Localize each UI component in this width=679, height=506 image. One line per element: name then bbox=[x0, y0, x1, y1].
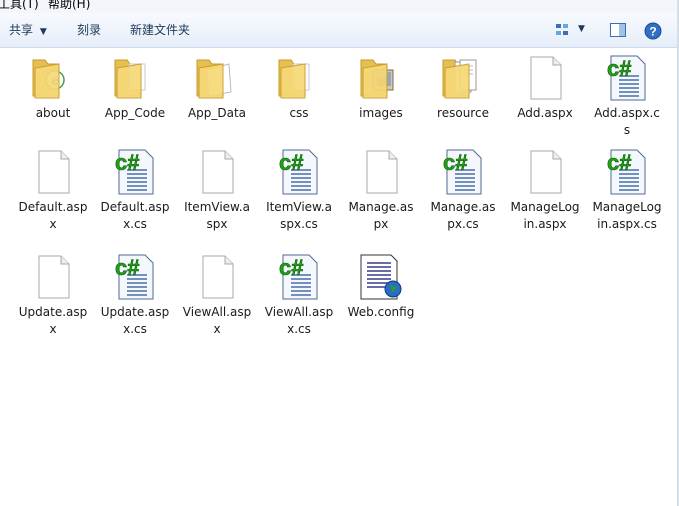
file-item[interactable]: ItemView.aspx bbox=[181, 148, 253, 233]
folder-icon bbox=[357, 54, 405, 102]
blank-file-icon bbox=[29, 148, 77, 196]
csharp-file-icon: c# bbox=[603, 54, 651, 102]
csharp-file-icon: c# bbox=[603, 148, 651, 196]
folder-icon bbox=[439, 54, 487, 102]
chevron-down-icon: ▼ bbox=[39, 27, 47, 37]
menu-help[interactable]: 帮助(H) bbox=[48, 0, 90, 10]
file-item[interactable]: Default.aspx bbox=[17, 148, 89, 233]
new-folder-label: 新建文件夹 bbox=[130, 23, 191, 37]
burn-label: 刻录 bbox=[77, 23, 102, 37]
file-name: Manage.aspx bbox=[348, 200, 414, 231]
svg-text:c#: c# bbox=[279, 150, 303, 175]
svg-text:c#: c# bbox=[115, 150, 139, 175]
file-item[interactable]: c# Default.aspx.cs bbox=[99, 148, 171, 233]
file-item[interactable]: c# ItemView.aspx.cs bbox=[263, 148, 335, 233]
folder-icon bbox=[193, 54, 241, 102]
file-name: Add.aspx.cs bbox=[594, 106, 660, 137]
share-label: 共享 bbox=[9, 23, 34, 37]
file-name: ItemView.aspx bbox=[184, 200, 250, 231]
file-item[interactable]: c# ViewAll.aspx.cs bbox=[263, 253, 335, 338]
file-view[interactable]: e about App_Code App_Data css images resource A… bbox=[0, 48, 679, 506]
blank-file-icon bbox=[521, 54, 569, 102]
csharp-file-icon: c# bbox=[439, 148, 487, 196]
file-item[interactable]: App_Data bbox=[181, 54, 253, 122]
burn-button[interactable]: 刻录 bbox=[77, 23, 101, 37]
file-item[interactable]: css bbox=[263, 54, 335, 122]
change-view-button[interactable] bbox=[554, 22, 574, 40]
share-button[interactable]: 共享 ▼ bbox=[9, 23, 47, 39]
file-item[interactable]: resource bbox=[427, 54, 499, 122]
file-item[interactable]: Web.config bbox=[345, 253, 417, 321]
csharp-file-icon: c# bbox=[275, 253, 323, 301]
file-name: about bbox=[35, 106, 71, 120]
config-file-icon bbox=[357, 253, 405, 301]
csharp-file-icon: c# bbox=[275, 148, 323, 196]
file-item[interactable]: Update.aspx bbox=[17, 253, 89, 338]
file-item[interactable]: Manage.aspx bbox=[345, 148, 417, 233]
svg-text:c#: c# bbox=[115, 255, 139, 280]
file-name: Default.aspx.cs bbox=[100, 200, 170, 231]
file-name: ManageLogin.aspx.cs bbox=[592, 200, 662, 231]
csharp-file-icon: c# bbox=[111, 253, 159, 301]
blank-file-icon bbox=[193, 148, 241, 196]
menu-bar: 工具(T) 帮助(H) bbox=[0, 0, 679, 13]
file-name: ViewAll.aspx.cs bbox=[264, 305, 334, 336]
blank-file-icon bbox=[29, 253, 77, 301]
svg-text:c#: c# bbox=[443, 150, 467, 175]
file-item[interactable]: App_Code bbox=[99, 54, 171, 122]
file-item[interactable]: c# ManageLogin.aspx.cs bbox=[591, 148, 663, 233]
file-item[interactable]: ViewAll.aspx bbox=[181, 253, 253, 338]
file-name: ManageLogin.aspx bbox=[510, 200, 580, 231]
file-item[interactable]: c# Add.aspx.cs bbox=[591, 54, 663, 139]
help-button[interactable]: ? bbox=[644, 22, 664, 40]
file-name: App_Data bbox=[187, 106, 247, 120]
view-grid-icon bbox=[556, 24, 568, 35]
svg-text:c#: c# bbox=[607, 56, 631, 81]
svg-text:c#: c# bbox=[607, 150, 631, 175]
svg-text:c#: c# bbox=[279, 255, 303, 280]
file-name: Default.aspx bbox=[18, 200, 88, 231]
file-item[interactable]: e about bbox=[17, 54, 89, 122]
file-name: Manage.aspx.cs bbox=[430, 200, 496, 231]
csharp-file-icon: c# bbox=[111, 148, 159, 196]
file-name: Update.aspx.cs bbox=[100, 305, 170, 336]
file-name: App_Code bbox=[104, 106, 166, 120]
file-name: resource bbox=[437, 106, 489, 120]
file-name: Update.aspx bbox=[18, 305, 88, 336]
blank-file-icon bbox=[521, 148, 569, 196]
file-item[interactable]: images bbox=[345, 54, 417, 122]
file-item[interactable]: ManageLogin.aspx bbox=[509, 148, 581, 233]
file-item[interactable]: c# Update.aspx.cs bbox=[99, 253, 171, 338]
file-name: ViewAll.aspx bbox=[182, 305, 252, 336]
folder-icon bbox=[111, 54, 159, 102]
folder-icon bbox=[275, 54, 323, 102]
help-icon: ? bbox=[644, 22, 662, 40]
file-name: ItemView.aspx.cs bbox=[266, 200, 332, 231]
blank-file-icon bbox=[193, 253, 241, 301]
preview-pane-icon bbox=[610, 23, 626, 37]
command-bar: 共享 ▼ 刻录 新建文件夹 ▼ ? bbox=[0, 13, 679, 48]
folder-icon: e bbox=[29, 54, 77, 102]
file-name: images bbox=[359, 106, 403, 120]
view-options-chevron-icon[interactable]: ▼ bbox=[578, 24, 598, 42]
file-item[interactable]: c# Manage.aspx.cs bbox=[427, 148, 499, 233]
svg-text:?: ? bbox=[649, 25, 656, 39]
menu-tools[interactable]: 工具(T) bbox=[0, 0, 39, 10]
file-item[interactable]: Add.aspx bbox=[509, 54, 581, 122]
new-folder-button[interactable]: 新建文件夹 bbox=[130, 23, 190, 37]
file-name: Add.aspx bbox=[517, 106, 573, 120]
preview-pane-button[interactable] bbox=[609, 22, 629, 40]
file-name: css bbox=[289, 106, 309, 120]
file-name: Web.config bbox=[347, 305, 415, 319]
blank-file-icon bbox=[357, 148, 405, 196]
